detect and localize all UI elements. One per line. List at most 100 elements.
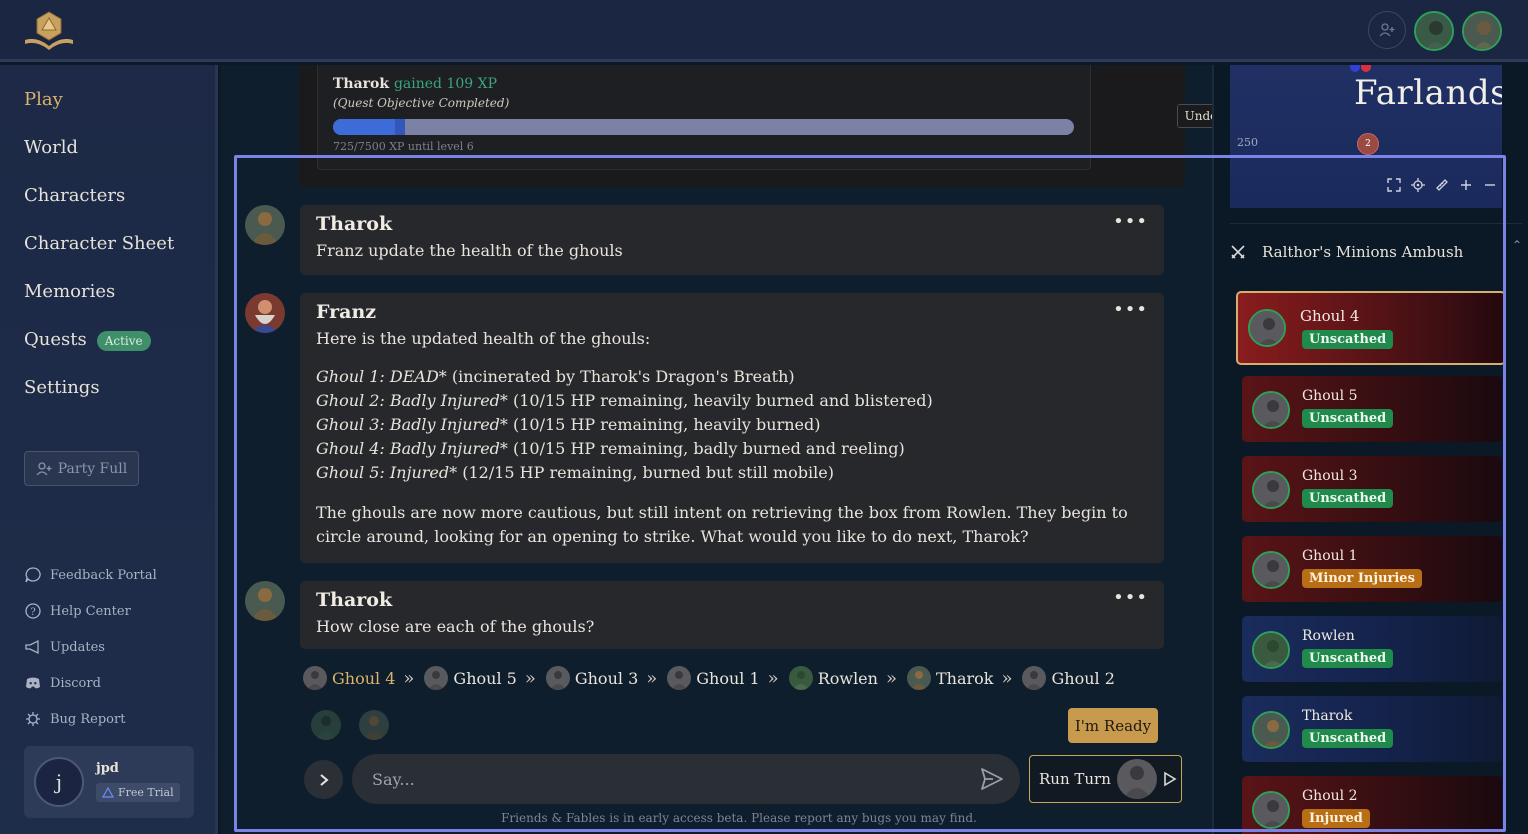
- nav-item-play[interactable]: Play: [24, 89, 174, 137]
- turn-order-item[interactable]: Rowlen: [788, 666, 878, 690]
- turn-order-item[interactable]: Ghoul 2: [1022, 666, 1115, 690]
- ghoul-avatar: [1116, 759, 1157, 799]
- top-bar: [0, 0, 1528, 62]
- help-circle-icon: ?: [25, 603, 41, 619]
- combatant-card[interactable]: Rowlen Unscathed: [1242, 616, 1502, 682]
- say-input[interactable]: [352, 754, 1020, 804]
- nav-item-quests[interactable]: Quests Active: [24, 329, 174, 377]
- ghoul-avatar: [545, 666, 570, 690]
- xp-gain: gained 109 XP: [393, 76, 498, 92]
- xp-reason: (Quest Objective Completed): [333, 96, 510, 110]
- turn-order-item[interactable]: Tharok: [906, 666, 993, 690]
- discord-icon: [26, 677, 40, 689]
- nav-item-memories[interactable]: Memories: [24, 281, 174, 329]
- more-options-icon[interactable]: •••: [1113, 211, 1148, 232]
- link-help-center[interactable]: ? Help Center: [24, 593, 157, 629]
- locate-icon[interactable]: [1410, 177, 1426, 193]
- svg-text:?: ?: [30, 607, 35, 618]
- im-ready-button[interactable]: I'm Ready: [1068, 708, 1158, 743]
- turn-order-item[interactable]: Ghoul 3: [545, 666, 638, 690]
- ghoul-avatar: [1248, 309, 1286, 347]
- ghoul-avatar: [1252, 391, 1290, 429]
- nav-item-world[interactable]: World: [24, 137, 174, 185]
- franz-avatar[interactable]: [245, 293, 285, 333]
- combatant-card[interactable]: Ghoul 1 Minor Injuries: [1242, 536, 1502, 602]
- message-author: Tharok: [316, 589, 393, 611]
- chat-message: Franz Here is the updated health of the …: [300, 293, 1164, 563]
- link-feedback-portal[interactable]: Feedback Portal: [24, 557, 157, 593]
- link-bug-report[interactable]: Bug Report: [24, 701, 157, 737]
- combatant-name: Ghoul 4: [1300, 307, 1360, 325]
- party-member-avatar[interactable]: [1414, 11, 1454, 51]
- nav-item-characters[interactable]: Characters: [24, 185, 174, 233]
- nav-item-settings[interactable]: Settings: [24, 377, 174, 425]
- more-options-icon[interactable]: •••: [1113, 299, 1148, 320]
- status-badge: Injured: [1302, 809, 1370, 828]
- combatant-card[interactable]: Ghoul 4 Unscathed: [1236, 291, 1506, 365]
- combatant-name: Rowlen: [1302, 628, 1355, 644]
- chevron-up-icon[interactable]: ⌃: [1512, 238, 1522, 252]
- right-panel: Farlands 250 2 Ralthor's Minions Ambush …: [1212, 65, 1528, 834]
- map-marker[interactable]: 2: [1357, 133, 1379, 155]
- fullscreen-icon[interactable]: [1386, 177, 1402, 193]
- xp-notification: Tharok gained 109 XP (Quest Objective Co…: [299, 65, 1225, 187]
- xp-progress-fill: [333, 119, 405, 135]
- status-badge: Unscathed: [1302, 649, 1394, 668]
- message-author: Franz: [316, 301, 377, 323]
- message-author: Tharok: [316, 213, 393, 235]
- message-text: How close are each of the ghouls?: [316, 617, 595, 636]
- rowlen-avatar: [788, 666, 813, 690]
- ghoul-avatar: [1252, 791, 1290, 829]
- bug-icon: [26, 712, 40, 726]
- map-markers: [1350, 65, 1371, 72]
- ruler-icon[interactable]: [1434, 177, 1450, 193]
- party-full-button[interactable]: Party Full: [24, 451, 139, 486]
- xp-progress-bar: [333, 119, 1074, 135]
- chat-bubble-icon: [25, 567, 41, 583]
- run-turn-button[interactable]: Run Turn: [1029, 755, 1182, 803]
- tharok-avatar[interactable]: [245, 581, 285, 621]
- link-updates[interactable]: Updates: [24, 629, 157, 665]
- combatant-card[interactable]: Ghoul 2 Injured: [1242, 776, 1502, 834]
- turn-order-item[interactable]: Ghoul 1: [667, 666, 760, 690]
- list-item: Ghoul 3: Badly Injured* (10/15 HP remain…: [316, 415, 821, 434]
- triangle-icon: [102, 787, 114, 798]
- tharok-avatar: [1252, 711, 1290, 749]
- user-card[interactable]: j jpd Free Trial: [24, 746, 194, 818]
- sidebar: Play World Characters Character Sheet Me…: [0, 65, 218, 834]
- combatant-card[interactable]: Ghoul 3 Unscathed: [1242, 456, 1502, 522]
- expand-actions-button[interactable]: [304, 760, 343, 799]
- encounter-title: Ralthor's Minions Ambush: [1262, 242, 1464, 261]
- combatant-name: Ghoul 3: [1302, 468, 1358, 484]
- link-discord[interactable]: Discord: [24, 665, 157, 701]
- world-map[interactable]: Farlands 250 2: [1230, 65, 1502, 208]
- zoom-out-icon[interactable]: [1482, 177, 1498, 193]
- add-user-icon: [36, 461, 52, 475]
- main-nav: Play World Characters Character Sheet Me…: [24, 89, 174, 425]
- list-item: Ghoul 5: Injured* (12/15 HP remaining, b…: [316, 463, 834, 482]
- nav-item-character-sheet[interactable]: Character Sheet: [24, 233, 174, 281]
- user-name: jpd: [96, 761, 119, 776]
- turn-order-item[interactable]: Ghoul 5: [424, 666, 517, 690]
- encounter-header[interactable]: Ralthor's Minions Ambush ⌃: [1230, 223, 1522, 279]
- map-controls: [1386, 177, 1498, 193]
- send-icon[interactable]: [979, 766, 1005, 792]
- more-options-icon[interactable]: •••: [1113, 587, 1148, 608]
- combatant-card[interactable]: Ghoul 5 Unscathed: [1242, 376, 1502, 442]
- tharok-avatar[interactable]: [245, 205, 285, 245]
- combatant-card[interactable]: Tharok Unscathed: [1242, 696, 1502, 762]
- ghoul-avatar: [1252, 471, 1290, 509]
- dice-book-logo-icon[interactable]: [22, 10, 76, 52]
- invite-player-icon[interactable]: [1368, 11, 1406, 49]
- ghoul-health-list: Ghoul 1: DEAD* (incinerated by Tharok's …: [316, 365, 1148, 485]
- ghoul-avatar: [667, 666, 692, 690]
- zoom-in-icon[interactable]: [1458, 177, 1474, 193]
- list-item: Ghoul 1: DEAD* (incinerated by Tharok's …: [316, 367, 795, 386]
- plan-badge: Free Trial: [96, 783, 180, 802]
- combatant-name: Ghoul 5: [1302, 388, 1358, 404]
- party-member-avatar[interactable]: [1462, 11, 1502, 51]
- user-avatar: j: [34, 757, 84, 807]
- xp-character-name: Tharok: [333, 76, 390, 92]
- list-item: Ghoul 4: Badly Injured* (10/15 HP remain…: [316, 439, 905, 458]
- turn-order-item[interactable]: Ghoul 4: [303, 666, 395, 690]
